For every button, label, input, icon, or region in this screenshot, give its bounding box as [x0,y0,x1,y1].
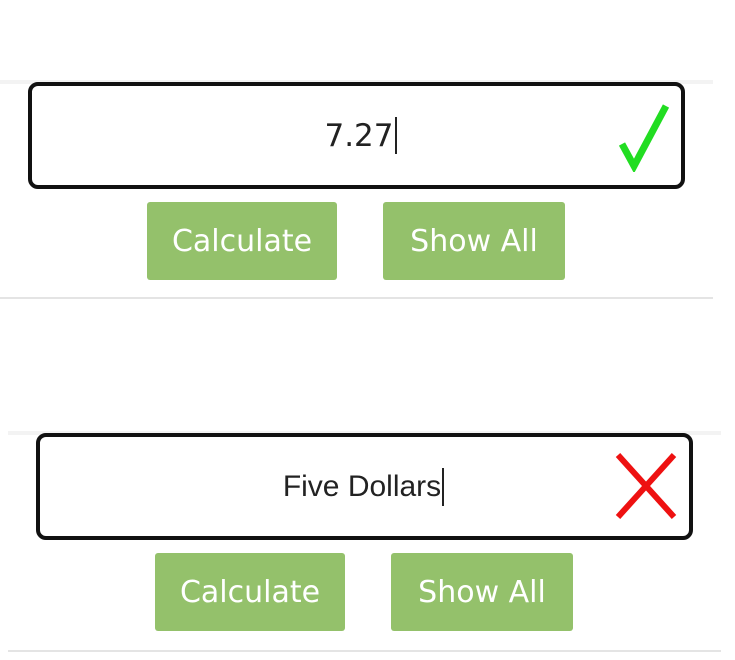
calculator-panel-valid: 7.27 Calculate Show All [0,80,713,302]
text-caret [442,467,445,506]
amount-input-invalid[interactable]: Five Dollars [36,433,693,540]
panel-divider [0,297,713,299]
amount-input-valid[interactable]: 7.27 [28,82,685,189]
panel-divider [8,650,721,652]
text-caret [394,117,397,154]
calculator-panel-invalid: Five Dollars Calculate Show All [8,431,721,655]
calculate-button[interactable]: Calculate [155,553,345,631]
cross-icon [615,452,677,520]
amount-input-value: 7.27 [324,117,394,154]
show-all-button[interactable]: Show All [383,202,565,280]
calculate-button[interactable]: Calculate [147,202,337,280]
show-all-button[interactable]: Show All [391,553,573,631]
amount-input-value: Five Dollars [282,469,442,503]
checkmark-icon [618,104,670,172]
